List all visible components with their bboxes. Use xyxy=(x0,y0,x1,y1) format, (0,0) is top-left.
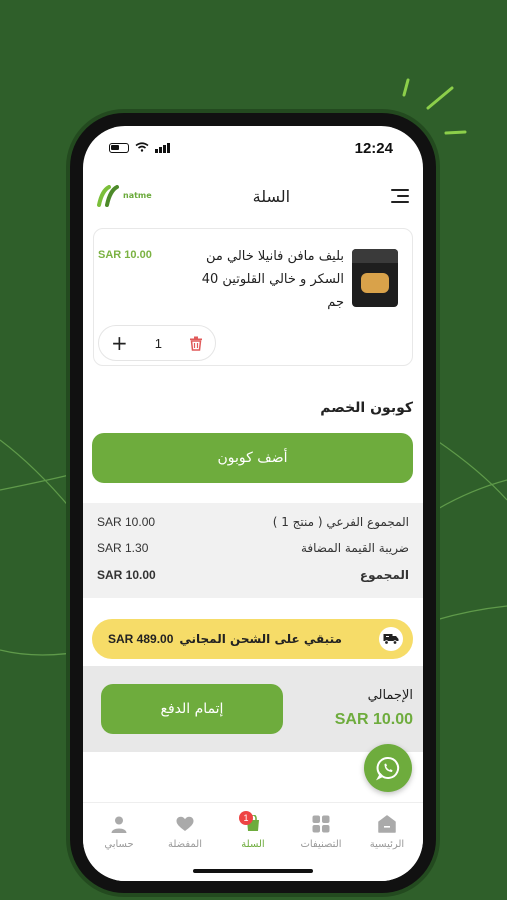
free-shipping-remaining: SAR 489.00 xyxy=(108,632,174,646)
checkout-bar: إتمام الدفع الإجمالي SAR 10.00 xyxy=(83,666,423,752)
phone-frame: 12:24 natme السلة SAR 10.00 بليف مافن فا… xyxy=(70,113,436,893)
grand-total-label: الإجمالي xyxy=(367,688,413,703)
logo-mark-icon xyxy=(97,185,119,207)
tab-account[interactable]: حسابي xyxy=(85,813,153,850)
signal-icon xyxy=(155,143,170,153)
free-shipping-label: متبقي على الشحن المجاني xyxy=(179,632,342,646)
tab-account-label: حسابي xyxy=(104,839,134,850)
whatsapp-icon xyxy=(376,756,400,781)
coupon-heading: كوبون الخصم xyxy=(320,400,413,416)
tab-categories[interactable]: التصنيفات xyxy=(287,813,355,850)
cart-item-card: SAR 10.00 بليف مافن فانيلا خالي من السكر… xyxy=(93,228,413,366)
subtotal-value: SAR 10.00 xyxy=(97,515,156,529)
item-name[interactable]: بليف مافن فانيلا خالي من السكر و خالي ال… xyxy=(194,245,344,314)
tab-home[interactable]: الرئيسية xyxy=(353,813,421,850)
page-title: السلة xyxy=(252,186,291,206)
tab-favorites-label: المفضلة xyxy=(167,839,202,850)
categories-icon xyxy=(312,815,330,833)
grand-total-value: SAR 10.00 xyxy=(334,711,413,728)
status-bar: 12:24 xyxy=(83,126,423,170)
vat-value: SAR 1.30 xyxy=(97,541,149,555)
whatsapp-chat-button[interactable] xyxy=(364,744,412,792)
app-screen: 12:24 natme السلة SAR 10.00 بليف مافن فا… xyxy=(83,126,423,881)
free-shipping-banner: متبقي على الشحن المجاني SAR 489.00 xyxy=(92,619,413,659)
cart-count-badge: 1 xyxy=(239,811,253,825)
bottom-tab-bar: حسابي المفضلة 1 السلة التصنيفات الرئيسية xyxy=(83,802,423,881)
total-label: المجموع xyxy=(359,568,409,582)
tab-home-label: الرئيسية xyxy=(369,839,405,850)
logo-wordmark: natme xyxy=(123,191,152,200)
tab-cart[interactable]: 1 السلة xyxy=(219,811,287,850)
home-icon xyxy=(378,815,396,833)
total-row: SAR 10.00 المجموع xyxy=(97,568,409,582)
product-image[interactable] xyxy=(352,249,398,307)
hamburger-menu-icon[interactable] xyxy=(391,189,409,203)
quantity-stepper: + 1 xyxy=(98,325,216,361)
tab-categories-label: التصنيفات xyxy=(300,839,342,850)
add-coupon-button[interactable]: أضف كوبون xyxy=(92,433,413,483)
quantity-value: 1 xyxy=(154,335,162,351)
vat-row: SAR 1.30 ضريبة القيمة المضافة xyxy=(97,541,409,555)
heart-icon xyxy=(176,816,194,831)
subtotal-label: المجموع الفرعي ( منتج 1 ) xyxy=(272,515,409,529)
order-summary: SAR 10.00 المجموع الفرعي ( منتج 1 ) SAR … xyxy=(83,503,423,598)
wifi-icon xyxy=(135,141,149,155)
increase-quantity-button[interactable]: + xyxy=(111,331,128,355)
trash-icon[interactable] xyxy=(189,336,203,351)
total-value: SAR 10.00 xyxy=(97,568,156,582)
item-price: SAR 10.00 xyxy=(98,249,152,261)
free-shipping-text: متبقي على الشحن المجاني SAR 489.00 xyxy=(108,632,342,646)
vat-label: ضريبة القيمة المضافة xyxy=(300,541,409,555)
checkout-button[interactable]: إتمام الدفع xyxy=(101,684,283,734)
tab-cart-label: السلة xyxy=(241,839,265,850)
truck-icon xyxy=(379,627,403,651)
brand-logo[interactable]: natme xyxy=(97,185,152,207)
subtotal-row: SAR 10.00 المجموع الفرعي ( منتج 1 ) xyxy=(97,515,409,529)
tab-favorites[interactable]: المفضلة xyxy=(151,813,219,850)
status-icons xyxy=(109,141,170,155)
app-header: natme السلة xyxy=(83,178,423,214)
user-icon xyxy=(111,816,127,833)
battery-icon xyxy=(109,143,129,153)
home-indicator[interactable] xyxy=(193,869,313,873)
clock-time: 12:24 xyxy=(354,139,393,157)
